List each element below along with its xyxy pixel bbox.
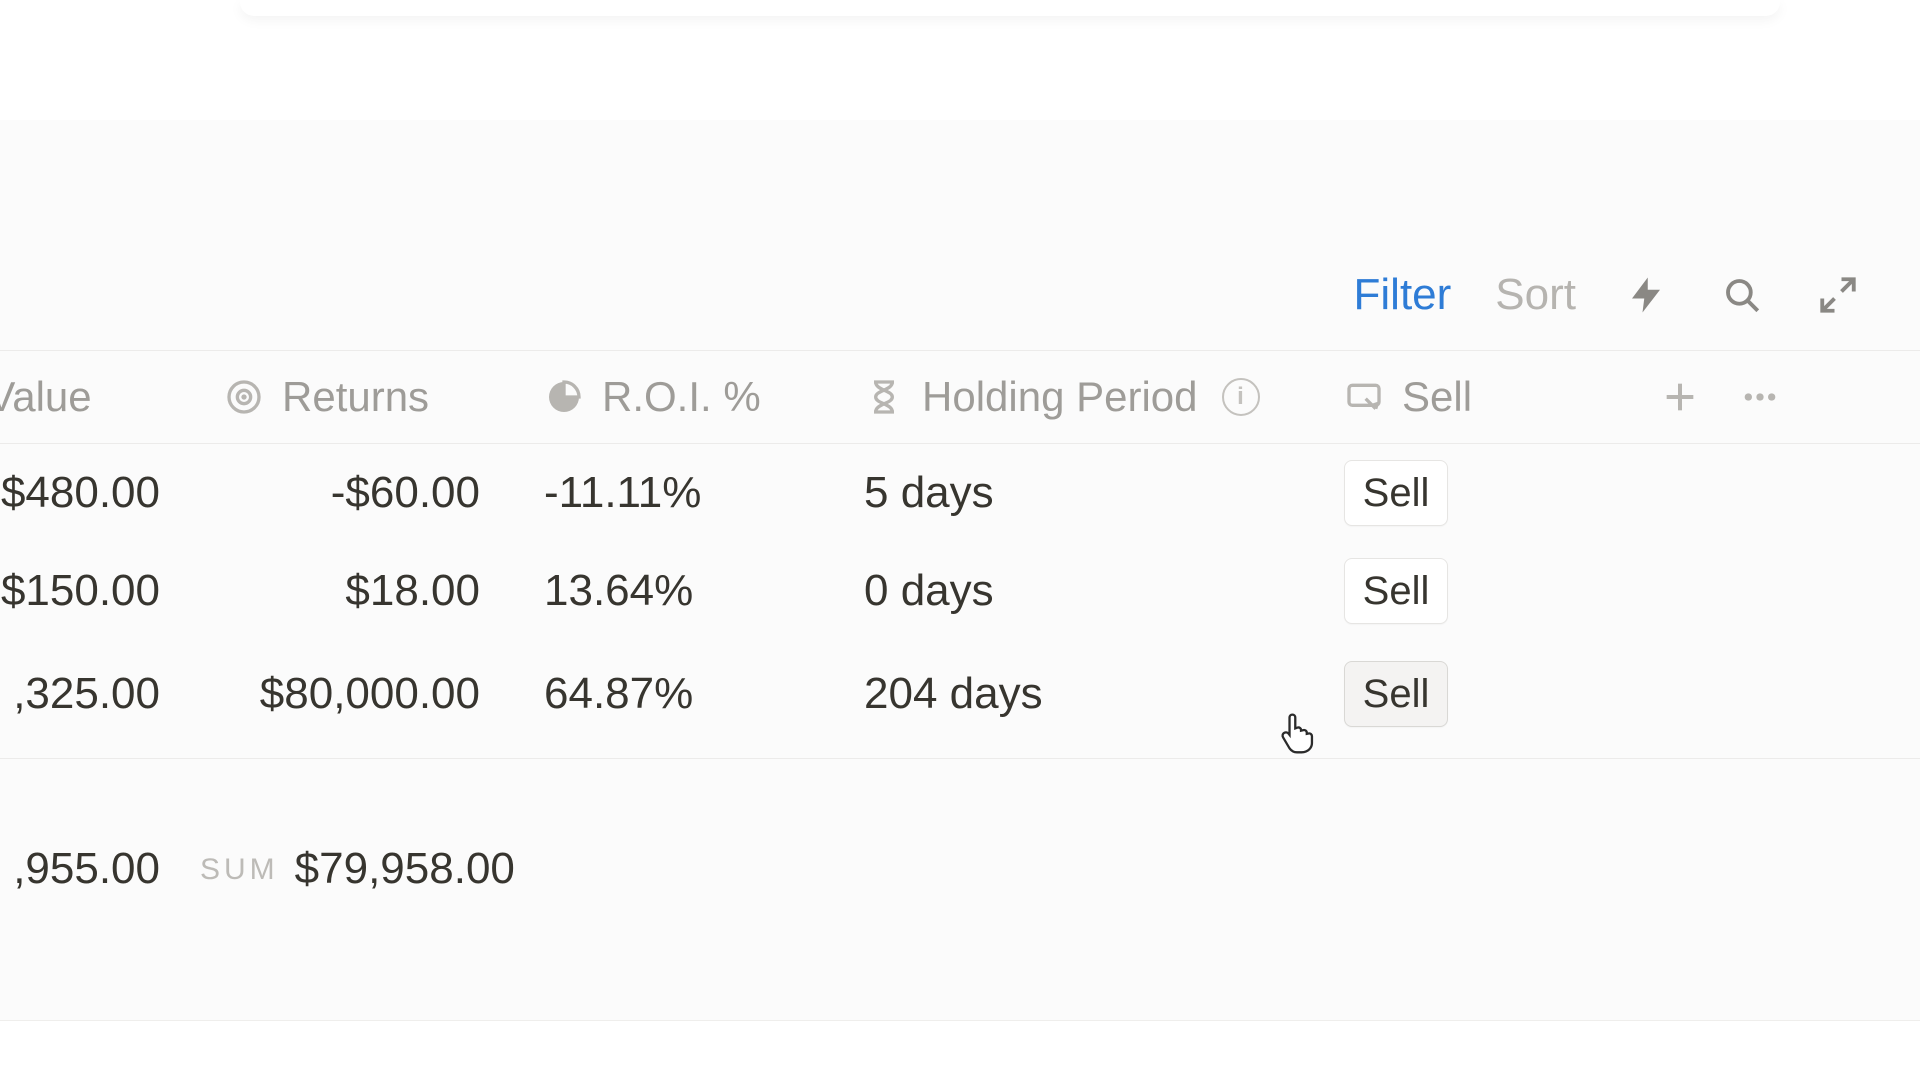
sell-button[interactable]: Sell bbox=[1344, 661, 1448, 727]
card-shadow-hint bbox=[240, 0, 1780, 16]
table-summary-row: ,955.00 SUM $79,958.00 bbox=[0, 829, 1920, 909]
cell-returns: $18.00 bbox=[200, 566, 520, 616]
cell-value: $480.00 bbox=[0, 468, 200, 518]
cell-returns: $80,000.00 bbox=[200, 669, 520, 719]
expand-icon[interactable] bbox=[1812, 269, 1864, 321]
table-row[interactable]: $480.00 -$60.00 -11.11% 5 days Sell bbox=[0, 444, 1920, 542]
automations-icon[interactable] bbox=[1620, 269, 1672, 321]
search-icon[interactable] bbox=[1716, 269, 1768, 321]
target-icon bbox=[224, 377, 264, 417]
hourglass-icon bbox=[864, 377, 904, 417]
cell-returns: -$60.00 bbox=[200, 468, 520, 518]
sum-value: ,955.00 bbox=[0, 844, 200, 894]
column-label: R.O.I. % bbox=[602, 373, 761, 421]
cell-roi: 64.87% bbox=[520, 669, 840, 719]
table-row[interactable]: ,325.00 $80,000.00 64.87% 204 days Sell bbox=[0, 640, 1920, 759]
column-header-roi[interactable]: R.O.I. % bbox=[520, 373, 840, 421]
add-column-button[interactable] bbox=[1640, 377, 1720, 417]
sum-label: SUM bbox=[200, 853, 279, 886]
bottom-separator bbox=[0, 1020, 1920, 1021]
column-label: Returns bbox=[282, 373, 429, 421]
table-row[interactable]: $150.00 $18.00 13.64% 0 days Sell bbox=[0, 542, 1920, 640]
sort-link[interactable]: Sort bbox=[1495, 270, 1576, 320]
table-header: t Value Returns R.O.I. % Holding Period … bbox=[0, 350, 1920, 444]
pie-icon bbox=[544, 377, 584, 417]
column-header-sell[interactable]: Sell bbox=[1320, 373, 1640, 421]
filter-link[interactable]: Filter bbox=[1354, 270, 1452, 320]
cell-holding: 204 days bbox=[840, 669, 1320, 719]
button-column-icon bbox=[1344, 377, 1384, 417]
sell-button[interactable]: Sell bbox=[1344, 460, 1448, 526]
column-label: t Value bbox=[0, 373, 92, 421]
positions-table: t Value Returns R.O.I. % Holding Period … bbox=[0, 350, 1920, 909]
column-label: Holding Period bbox=[922, 373, 1198, 421]
table-toolbar: Filter Sort bbox=[0, 250, 1920, 340]
column-header-holding[interactable]: Holding Period i bbox=[840, 373, 1320, 421]
column-options-button[interactable] bbox=[1720, 377, 1800, 417]
info-icon[interactable]: i bbox=[1222, 378, 1260, 416]
cell-value: $150.00 bbox=[0, 566, 200, 616]
cell-roi: -11.11% bbox=[520, 468, 840, 518]
cell-value: ,325.00 bbox=[0, 669, 200, 719]
column-label: Sell bbox=[1402, 373, 1472, 421]
column-header-value[interactable]: t Value bbox=[0, 373, 200, 421]
sum-returns: SUM $79,958.00 bbox=[200, 844, 520, 894]
sell-button[interactable]: Sell bbox=[1344, 558, 1448, 624]
column-header-returns[interactable]: Returns bbox=[200, 373, 520, 421]
sum-returns-value: $79,958.00 bbox=[295, 844, 515, 893]
cell-roi: 13.64% bbox=[520, 566, 840, 616]
cell-holding: 5 days bbox=[840, 468, 1320, 518]
cell-holding: 0 days bbox=[840, 566, 1320, 616]
